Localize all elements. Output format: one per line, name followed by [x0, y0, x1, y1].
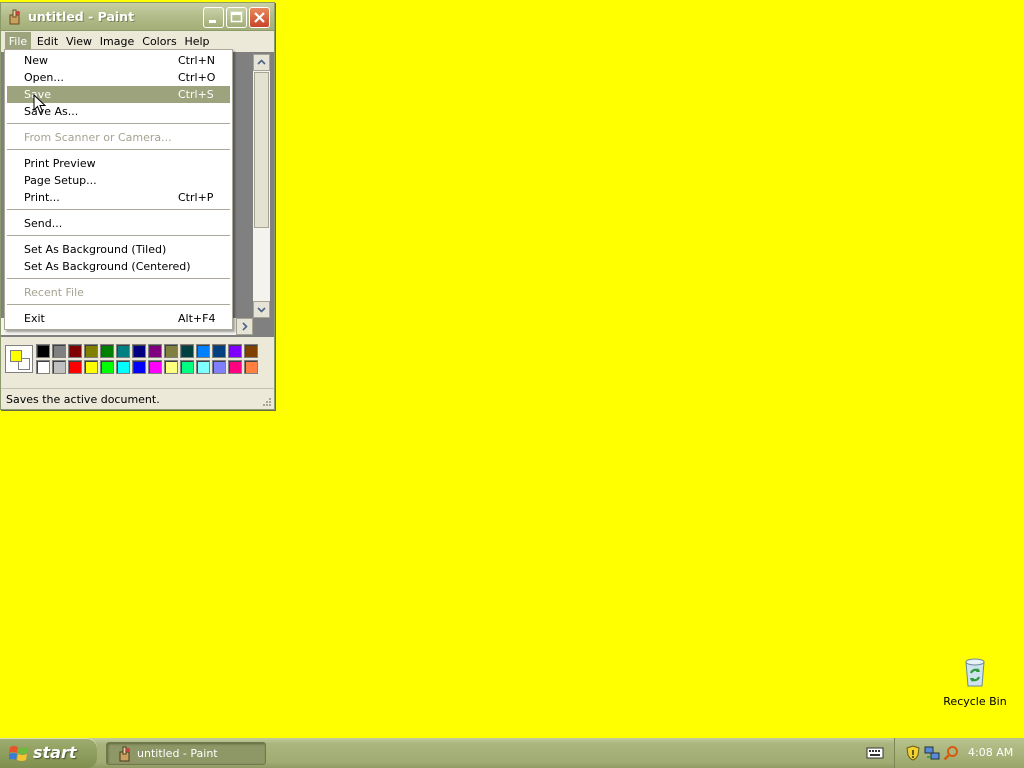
palette-color-swatch[interactable] [84, 344, 98, 358]
close-icon [254, 12, 265, 23]
palette-color-swatch[interactable] [68, 360, 82, 374]
palette-color-swatch[interactable] [180, 360, 194, 374]
chevron-up-icon [257, 59, 266, 65]
recycle-bin-label: Recycle Bin [943, 695, 1007, 708]
palette-color-swatch[interactable] [148, 344, 162, 358]
palette-color-swatch[interactable] [100, 360, 114, 374]
palette-color-swatch[interactable] [148, 360, 162, 374]
palette-color-swatch[interactable] [132, 360, 146, 374]
palette-color-swatch[interactable] [36, 344, 50, 358]
status-bar: Saves the active document. [1, 388, 274, 409]
scroll-thumb[interactable] [254, 72, 269, 228]
vertical-scrollbar[interactable] [253, 54, 270, 318]
palette-color-swatch[interactable] [116, 360, 130, 374]
palette-color-swatch[interactable] [68, 344, 82, 358]
menu-item-send[interactable]: Send... [7, 215, 230, 232]
maximize-icon [230, 11, 243, 23]
menu-item-page-setup[interactable]: Page Setup... [7, 172, 230, 189]
palette-color-swatch[interactable] [164, 360, 178, 374]
palette-color-swatch[interactable] [84, 360, 98, 374]
menu-item-from-scanner: From Scanner or Camera... [24, 131, 172, 144]
menu-item-open[interactable]: Open... Ctrl+O [7, 69, 230, 86]
palette-color-swatch[interactable] [116, 344, 130, 358]
current-colors [5, 345, 33, 373]
status-text: Saves the active document. [6, 393, 160, 406]
menu-item-set-background-centered[interactable]: Set As Background (Centered) [7, 258, 230, 275]
recycle-bin-icon [965, 658, 985, 687]
menu-item-print[interactable]: Print... Ctrl+P [7, 189, 230, 206]
menu-item-exit[interactable]: Exit Alt+F4 [7, 310, 230, 327]
palette-color-swatch[interactable] [36, 360, 50, 374]
foreground-color-swatch [10, 350, 22, 362]
color-palette [1, 339, 274, 387]
title-bar[interactable]: untitled - Paint [1, 3, 274, 31]
palette-color-swatch[interactable] [212, 360, 226, 374]
menu-separator [7, 209, 230, 210]
menu-separator [7, 304, 230, 305]
maximize-button[interactable] [226, 7, 247, 28]
palette-color-swatch[interactable] [132, 344, 146, 358]
taskbar-button-paint[interactable]: untitled - Paint [106, 742, 266, 765]
start-label: start [33, 743, 77, 762]
minimize-icon [209, 20, 216, 23]
palette-color-swatch[interactable] [164, 344, 178, 358]
network-icon[interactable] [924, 745, 940, 761]
taskbar-button-label: untitled - Paint [137, 747, 218, 760]
chevron-down-icon [257, 307, 266, 313]
paint-app-icon [9, 9, 20, 25]
file-menu: New Ctrl+N Open... Ctrl+O Save Ctrl+S Sa… [4, 49, 233, 330]
menu-separator [7, 235, 230, 236]
window-title: untitled - Paint [28, 9, 135, 24]
menu-item-set-background-tiled[interactable]: Set As Background (Tiled) [7, 241, 230, 258]
keyboard-language-icon[interactable] [866, 745, 884, 761]
palette-color-swatch[interactable] [228, 344, 242, 358]
paint-app-icon [119, 746, 130, 762]
recycle-bin-shortcut[interactable]: Recycle Bin [940, 656, 1010, 712]
security-shield-icon[interactable] [905, 745, 921, 761]
palette-color-swatch[interactable] [196, 360, 210, 374]
palette-color-swatch[interactable] [212, 344, 226, 358]
menu-item-new[interactable]: New Ctrl+N [7, 52, 230, 69]
start-button[interactable]: start [0, 738, 97, 768]
palette-color-swatch[interactable] [52, 360, 66, 374]
scroll-down-button[interactable] [253, 301, 270, 318]
palette-color-swatch[interactable] [228, 360, 242, 374]
mouse-cursor-icon [33, 94, 47, 114]
taskbar: start untitled - Paint 4:08 AM [0, 738, 1024, 768]
palette-color-swatch[interactable] [244, 344, 258, 358]
menu-item-print-preview[interactable]: Print Preview [7, 155, 230, 172]
search-icon[interactable] [943, 745, 959, 761]
palette-color-swatch[interactable] [196, 344, 210, 358]
menu-separator [7, 278, 230, 279]
scroll-right-button[interactable] [236, 318, 253, 335]
chevron-right-icon [242, 322, 248, 331]
menu-item-recent-file: Recent File [24, 286, 84, 299]
windows-logo-icon [9, 746, 28, 761]
palette-color-swatch[interactable] [52, 344, 66, 358]
menu-separator [7, 123, 230, 124]
close-button[interactable] [249, 7, 270, 28]
menu-separator [7, 149, 230, 150]
scroll-up-button[interactable] [253, 54, 270, 71]
palette-color-swatch[interactable] [100, 344, 114, 358]
palette-color-swatch[interactable] [244, 360, 258, 374]
clock[interactable]: 4:08 AM [968, 746, 1013, 759]
system-tray: 4:08 AM [894, 738, 1024, 768]
minimize-button[interactable] [203, 7, 224, 28]
resize-grip-icon[interactable] [260, 395, 272, 407]
palette-color-swatch[interactable] [180, 344, 194, 358]
